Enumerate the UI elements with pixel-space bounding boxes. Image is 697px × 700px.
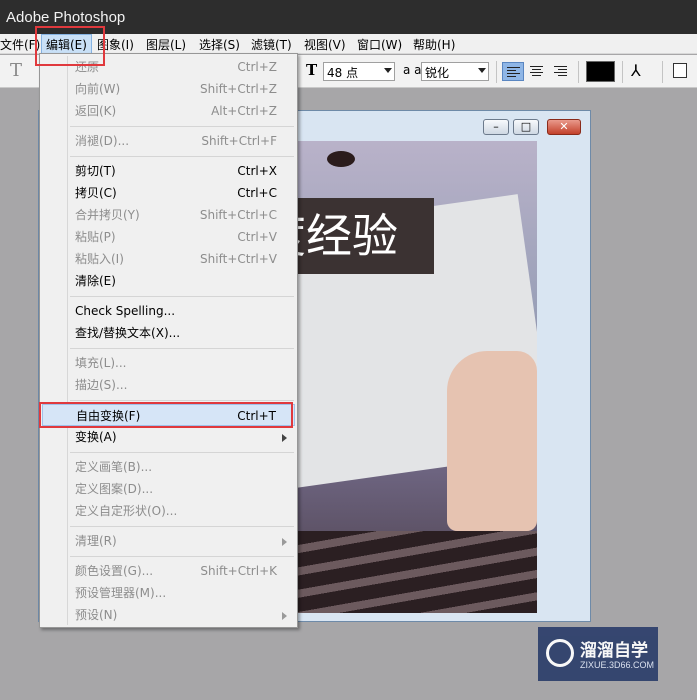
menu-separator xyxy=(70,348,294,349)
close-icon[interactable]: ✕ xyxy=(547,119,581,135)
divider xyxy=(496,61,497,83)
align-center-icon[interactable] xyxy=(526,62,548,81)
menu-item-define-brush[interactable]: 定义画笔(B)... xyxy=(42,456,295,478)
menu-item-fill[interactable]: 填充(L)... xyxy=(42,352,295,374)
warp-text-icon[interactable]: ⅄ xyxy=(631,61,641,80)
maximize-icon[interactable]: □ xyxy=(513,119,539,135)
menu-separator xyxy=(70,296,294,297)
photo-hand xyxy=(447,351,537,531)
menu-item-purge[interactable]: 清理(R) xyxy=(42,530,295,552)
menu-item-transform[interactable]: 变换(A) xyxy=(42,426,295,448)
divider xyxy=(662,61,663,83)
app-title: Adobe Photoshop xyxy=(6,9,126,26)
align-left-icon[interactable] xyxy=(502,62,524,81)
menu-item-step-forward[interactable]: 向前(W) Shift+Ctrl+Z xyxy=(42,78,295,100)
align-right-icon[interactable] xyxy=(550,62,572,81)
palettes-icon[interactable] xyxy=(673,63,687,78)
menu-item-paste[interactable]: 粘贴(P) Ctrl+V xyxy=(42,226,295,248)
menu-separator xyxy=(70,556,294,557)
watermark-logo-icon xyxy=(546,639,574,667)
font-size-value: 48 点 xyxy=(327,66,359,80)
menu-layer[interactable]: 图层(L) xyxy=(146,36,186,53)
menu-item-find-replace[interactable]: 查找/替换文本(X)... xyxy=(42,322,295,344)
menu-item-step-backward[interactable]: 返回(K) Alt+Ctrl+Z xyxy=(42,100,295,122)
menu-item-preset-manager[interactable]: 预设管理器(M)... xyxy=(42,582,295,604)
edit-menu: 还原 Ctrl+Z 向前(W) Shift+Ctrl+Z 返回(K) Alt+Ctrl… xyxy=(39,53,298,628)
menu-item-presets[interactable]: 预设(N) xyxy=(42,604,295,626)
divider xyxy=(578,61,579,83)
photo-eye xyxy=(327,151,355,167)
photo-shirt xyxy=(297,531,537,613)
text-tool-icon[interactable]: T xyxy=(10,60,22,81)
menu-select[interactable]: 选择(S) xyxy=(199,36,240,53)
menu-window[interactable]: 窗口(W) xyxy=(357,36,402,53)
menu-separator xyxy=(70,126,294,127)
annotation-edit-menu xyxy=(35,26,105,66)
menu-item-clear[interactable]: 清除(E) xyxy=(42,270,295,292)
text-color-swatch[interactable] xyxy=(586,61,615,82)
menu-item-fade[interactable]: 消褪(D)... Shift+Ctrl+F xyxy=(42,130,295,152)
menu-view[interactable]: 视图(V) xyxy=(304,36,346,53)
menu-separator xyxy=(70,452,294,453)
antialias-value: 锐化 xyxy=(425,66,450,80)
menu-item-copy[interactable]: 拷贝(C) Ctrl+C xyxy=(42,182,295,204)
menu-filter[interactable]: 滤镜(T) xyxy=(251,36,292,53)
menu-item-copy-merged[interactable]: 合并拷贝(Y) Shift+Ctrl+C xyxy=(42,204,295,226)
chevron-down-icon xyxy=(384,68,392,73)
annotation-free-transform xyxy=(39,402,293,428)
antialias-select[interactable]: 锐化 xyxy=(421,62,489,81)
submenu-arrow-icon xyxy=(282,538,287,546)
menu-item-color-settings[interactable]: 颜色设置(G)... Shift+Ctrl+K xyxy=(42,560,295,582)
menu-item-stroke[interactable]: 描边(S)... xyxy=(42,374,295,396)
watermark: 溜溜自学 ZIXUE.3D66.COM xyxy=(538,627,658,681)
menu-separator xyxy=(70,526,294,527)
menu-help[interactable]: 帮助(H) xyxy=(413,36,455,53)
submenu-arrow-icon xyxy=(282,612,287,620)
menu-item-cut[interactable]: 剪切(T) Ctrl+X xyxy=(42,160,295,182)
menu-item-define-custom-shape[interactable]: 定义自定形状(O)... xyxy=(42,500,295,522)
menu-item-check-spelling[interactable]: Check Spelling... xyxy=(42,300,295,322)
antialias-icon: a a xyxy=(403,63,422,77)
menu-separator xyxy=(70,156,294,157)
submenu-arrow-icon xyxy=(282,434,287,442)
watermark-title: 溜溜自学 xyxy=(580,641,648,661)
font-size-icon: T xyxy=(306,61,318,79)
menu-separator xyxy=(70,400,294,401)
menu-item-define-pattern[interactable]: 定义图案(D)... xyxy=(42,478,295,500)
watermark-subtitle: ZIXUE.3D66.COM xyxy=(580,660,655,670)
divider xyxy=(622,61,623,83)
chevron-down-icon xyxy=(478,68,486,73)
font-size-select[interactable]: 48 点 xyxy=(323,62,395,81)
minimize-icon[interactable]: – xyxy=(483,119,509,135)
menu-item-paste-into[interactable]: 粘贴入(I) Shift+Ctrl+V xyxy=(42,248,295,270)
